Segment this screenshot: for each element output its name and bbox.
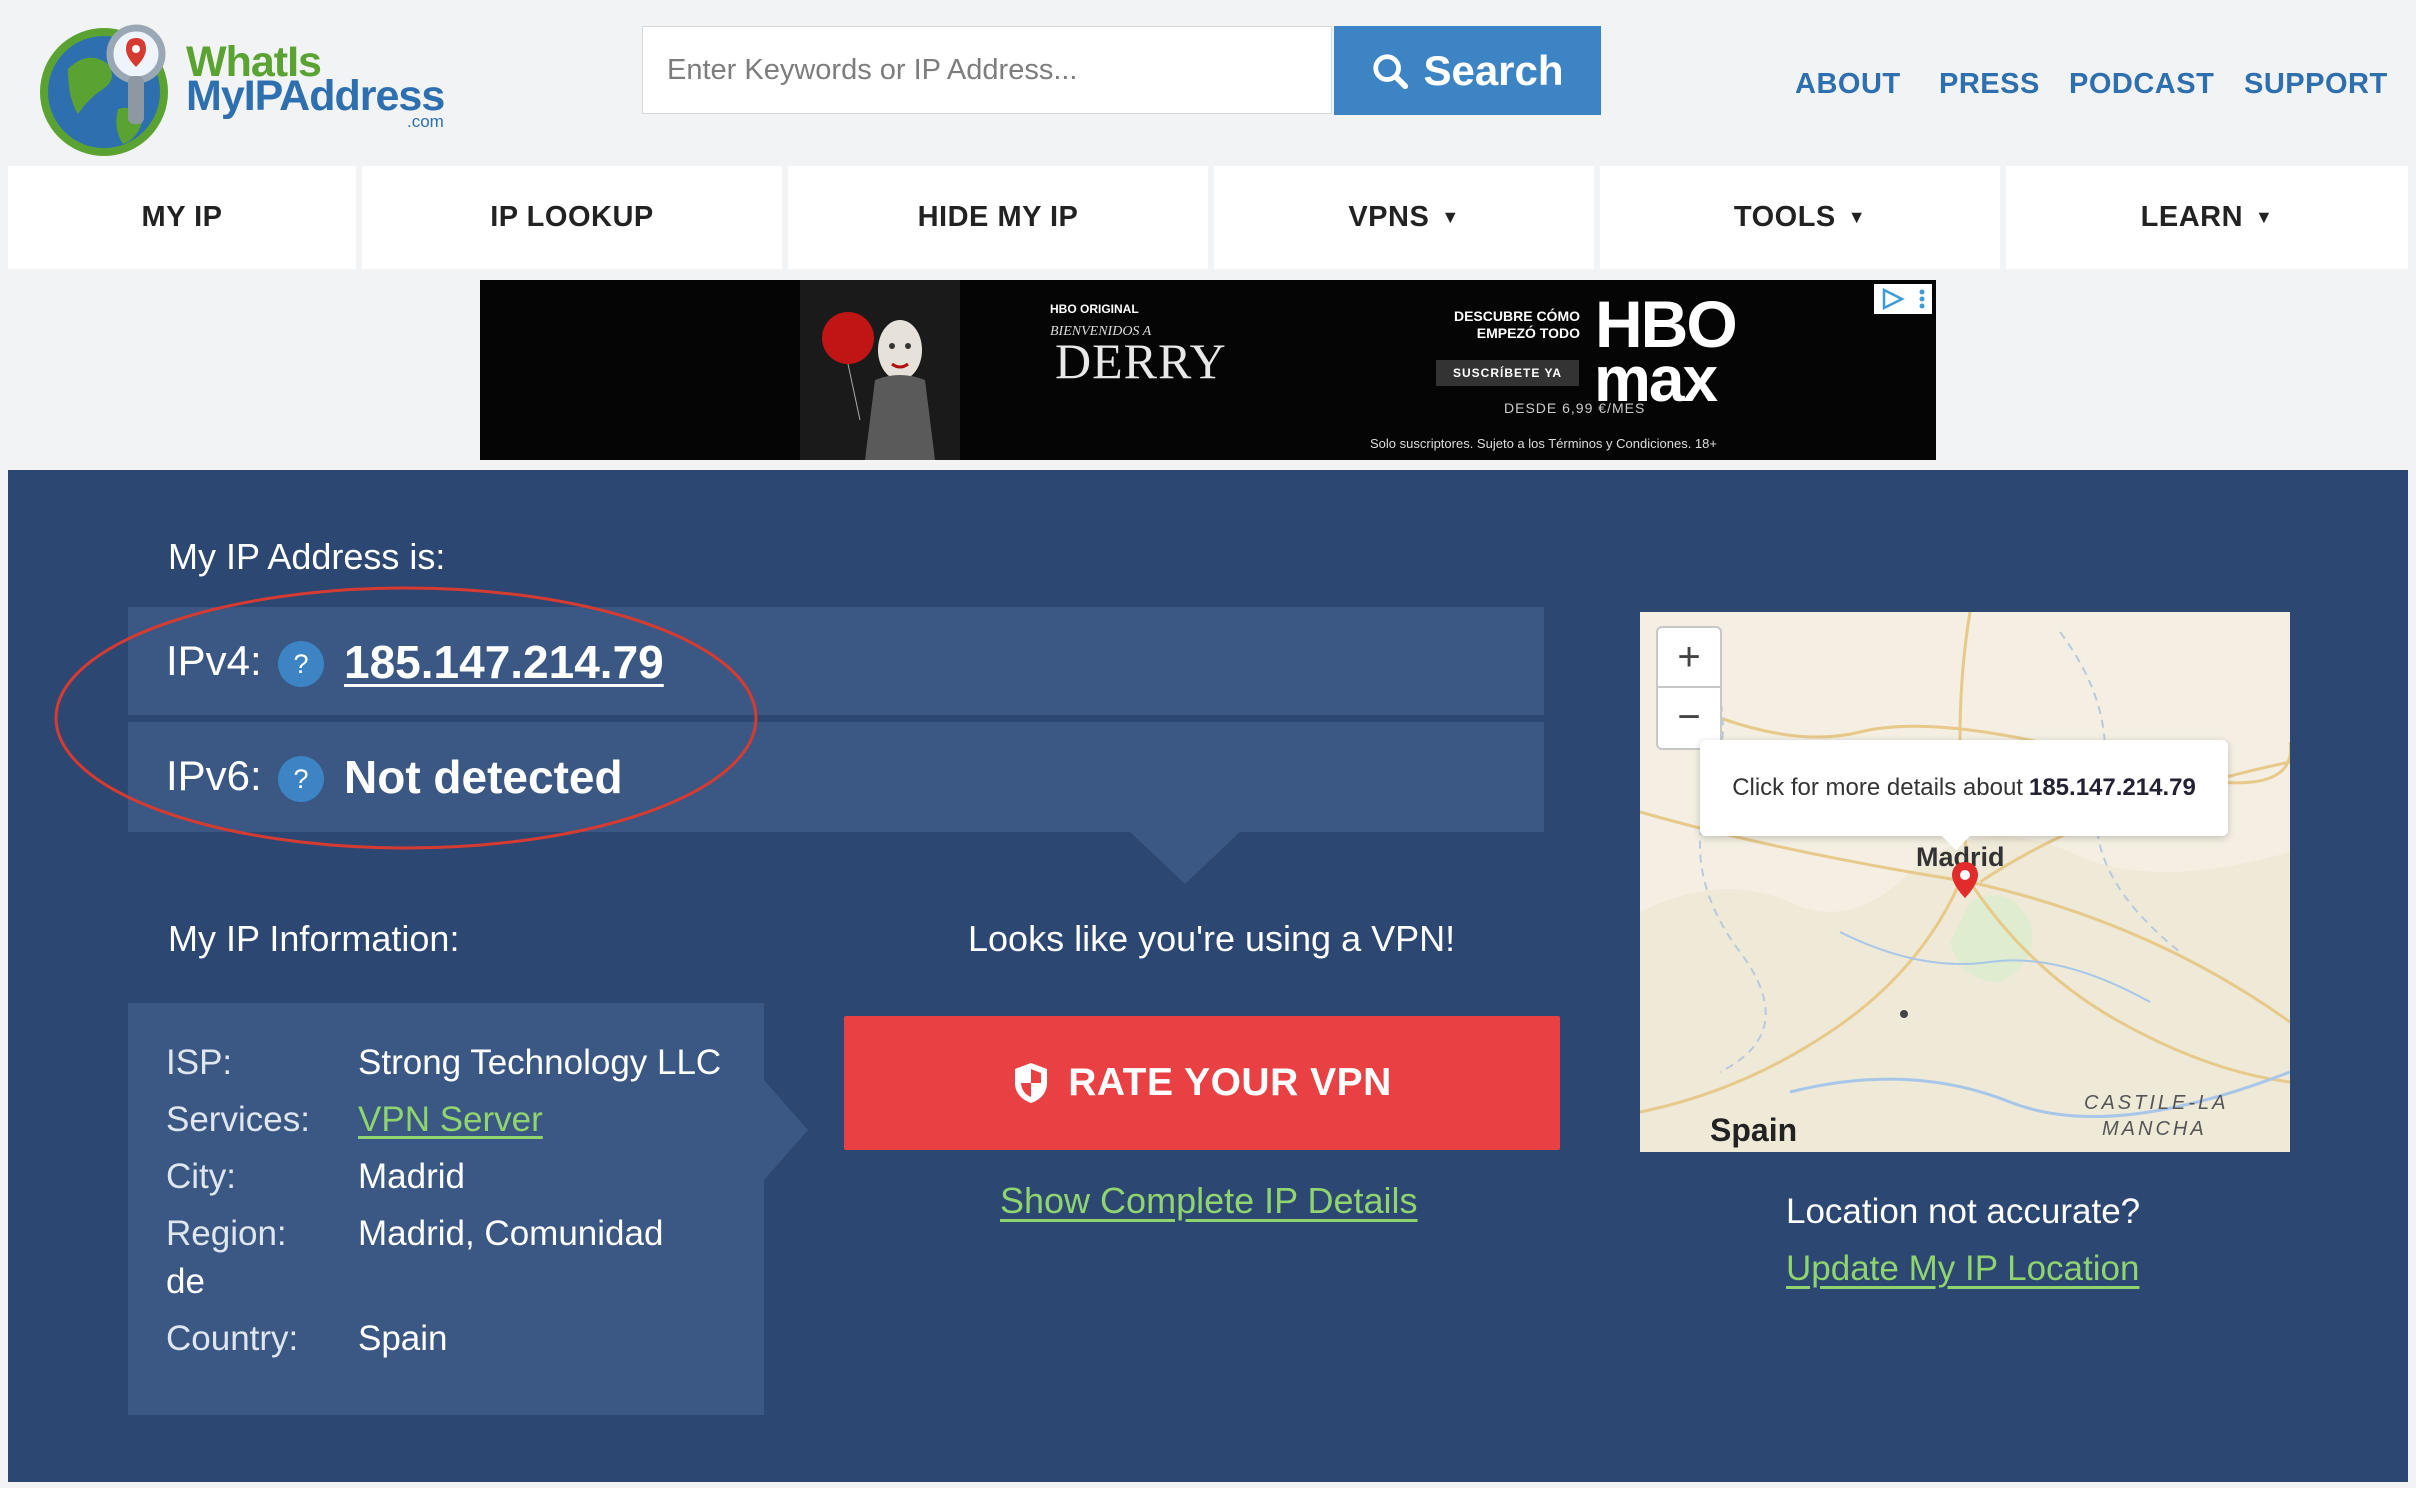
ad-hbo-original: HBO ORIGINAL xyxy=(1050,302,1139,316)
shield-icon xyxy=(1015,1063,1048,1103)
info-box-pointer xyxy=(764,1080,808,1180)
logo-line-2: MyIPAddress xyxy=(186,72,445,120)
nav-ip-lookup[interactable]: IP LOOKUP xyxy=(362,166,782,269)
city-value: Madrid xyxy=(358,1157,465,1196)
nav-tools-label: TOOLS xyxy=(1733,201,1836,233)
nav-vpns[interactable]: VPNS ▼ xyxy=(1214,166,1594,269)
ad-tagline: DESCUBRE CÓMO EMPEZÓ TODO xyxy=(1440,308,1580,342)
logo-wordmark: WhatIs MyIPAddress .com xyxy=(186,38,476,138)
nav-my-ip-label: MY IP xyxy=(141,201,223,233)
top-link-podcast[interactable]: PODCAST xyxy=(2069,68,2214,101)
ip-heading: My IP Address is: xyxy=(168,536,446,577)
region-value-wrap: de xyxy=(166,1262,205,1301)
location-question: Location not accurate? xyxy=(1786,1192,2141,1231)
search-input[interactable] xyxy=(642,26,1332,114)
services-label: Services: xyxy=(166,1100,310,1139)
zoom-in-button[interactable]: + xyxy=(1658,628,1720,686)
chevron-down-icon: ▼ xyxy=(1441,207,1460,227)
chevron-down-icon: ▼ xyxy=(1847,207,1867,227)
map-popup[interactable]: Click for more details about 185.147.214… xyxy=(1700,740,2228,836)
ip-box-pointer xyxy=(1130,832,1240,884)
nav-my-ip[interactable]: MY IP xyxy=(8,166,356,269)
nav-tools[interactable]: TOOLS ▼ xyxy=(1600,166,2000,269)
country-value: Spain xyxy=(358,1319,448,1358)
location-map[interactable]: + − Click for more details about 185.147… xyxy=(1640,612,2290,1152)
search-button[interactable]: Search xyxy=(1334,26,1601,115)
chevron-down-icon: ▼ xyxy=(2255,207,2274,227)
region-label: Region: xyxy=(166,1214,287,1253)
annotation-ellipse xyxy=(54,586,758,850)
ad-tagline-1: DESCUBRE CÓMO xyxy=(1453,308,1580,324)
ad-price: DESDE 6,99 €/MES xyxy=(1504,400,1646,416)
show-ip-details-link[interactable]: Show Complete IP Details xyxy=(1000,1180,1418,1222)
isp-label: ISP: xyxy=(166,1043,233,1082)
ad-derry-title: DERRY xyxy=(1055,333,1227,389)
map-label-spain: Spain xyxy=(1710,1112,1798,1148)
ad-artwork xyxy=(800,280,960,460)
adchoices-icon xyxy=(1882,288,1905,310)
services-value-link[interactable]: VPN Server xyxy=(358,1100,543,1140)
nav-hide-my-ip-label: HIDE MY IP xyxy=(917,201,1079,233)
nav-learn[interactable]: LEARN ▼ xyxy=(2006,166,2408,269)
search-icon xyxy=(1373,53,1409,89)
nav-hide-my-ip[interactable]: HIDE MY IP xyxy=(788,166,1208,269)
rate-your-vpn-button[interactable]: RATE YOUR VPN xyxy=(844,1016,1560,1150)
update-location-link[interactable]: Update My IP Location xyxy=(1786,1249,2139,1289)
ip-info-box: ISP: Strong Technology LLC Services: VPN… xyxy=(128,1003,764,1415)
nav-vpns-label: VPNS xyxy=(1348,201,1430,233)
info-heading: My IP Information: xyxy=(168,918,460,959)
ad-banner[interactable]: HBO ORIGINAL BIENVENIDOS A DERRY DESCUBR… xyxy=(480,280,1936,460)
map-label-region-2: MANCHA xyxy=(2102,1118,2207,1140)
region-value: Madrid, Comunidad xyxy=(358,1214,664,1253)
rate-your-vpn-label: RATE YOUR VPN xyxy=(1068,1061,1392,1104)
vpn-notice: Looks like you're using a VPN! xyxy=(968,918,1456,959)
top-link-about[interactable]: ABOUT xyxy=(1795,68,1901,101)
nav-learn-label: LEARN xyxy=(2140,201,2244,233)
map-pin-icon[interactable] xyxy=(1950,860,1980,900)
ad-choices-badge[interactable] xyxy=(1874,284,1932,314)
map-zoom-control: + − xyxy=(1656,626,1722,750)
top-link-press[interactable]: PRESS xyxy=(1939,68,2040,101)
ad-legal: Solo suscriptores. Sujeto a los Términos… xyxy=(1370,436,1717,451)
city-label: City: xyxy=(166,1157,236,1196)
ad-tagline-2: EMPEZÓ TODO xyxy=(1476,325,1580,341)
zoom-out-button[interactable]: − xyxy=(1658,688,1720,746)
map-popup-text: Click for more details about xyxy=(1732,774,2023,801)
top-link-support[interactable]: SUPPORT xyxy=(2244,68,2388,101)
globe-magnifier-icon xyxy=(40,24,168,156)
logo-line-3: .com xyxy=(407,112,444,131)
more-options-icon xyxy=(1919,289,1924,309)
ad-subscribe-button[interactable]: SUSCRÍBETE YA xyxy=(1436,360,1579,386)
nav-ip-lookup-label: IP LOOKUP xyxy=(490,201,654,233)
country-label: Country: xyxy=(166,1319,299,1358)
search-button-label: Search xyxy=(1423,46,1564,94)
isp-value: Strong Technology LLC xyxy=(358,1043,722,1082)
main-nav: MY IP IP LOOKUP HIDE MY IP VPNS ▼ TOOLS … xyxy=(8,166,2408,269)
ip-panel: My IP Address is: IPv4: ? 185.147.214.79… xyxy=(8,470,2408,1482)
map-label-region-1: CASTILE-LA xyxy=(2084,1092,2229,1114)
map-popup-ip: 185.147.214.79 xyxy=(2028,774,2196,801)
